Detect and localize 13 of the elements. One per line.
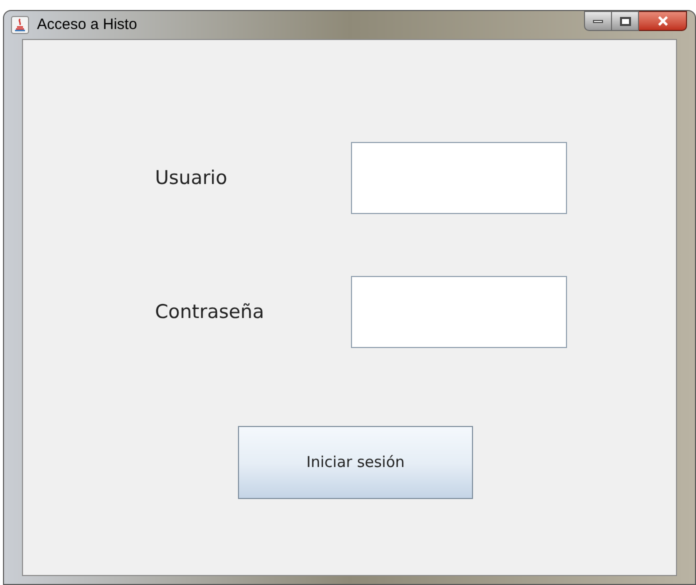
- window-title: Acceso a Histo: [37, 14, 138, 35]
- app-icon: [11, 16, 29, 34]
- input-field[interactable]: [351, 276, 567, 348]
- maximize-button[interactable]: [612, 11, 639, 31]
- minimize-icon: [593, 20, 603, 22]
- minimize-button[interactable]: [584, 11, 612, 31]
- maximize-icon: [620, 16, 630, 26]
- input-field[interactable]: [351, 142, 567, 214]
- login-button[interactable]: Iniciar sesión: [238, 426, 473, 499]
- field-label: Contraseña: [155, 300, 266, 325]
- field-label: Usuario: [155, 166, 228, 191]
- close-button[interactable]: [639, 11, 687, 31]
- close-icon: [656, 16, 668, 26]
